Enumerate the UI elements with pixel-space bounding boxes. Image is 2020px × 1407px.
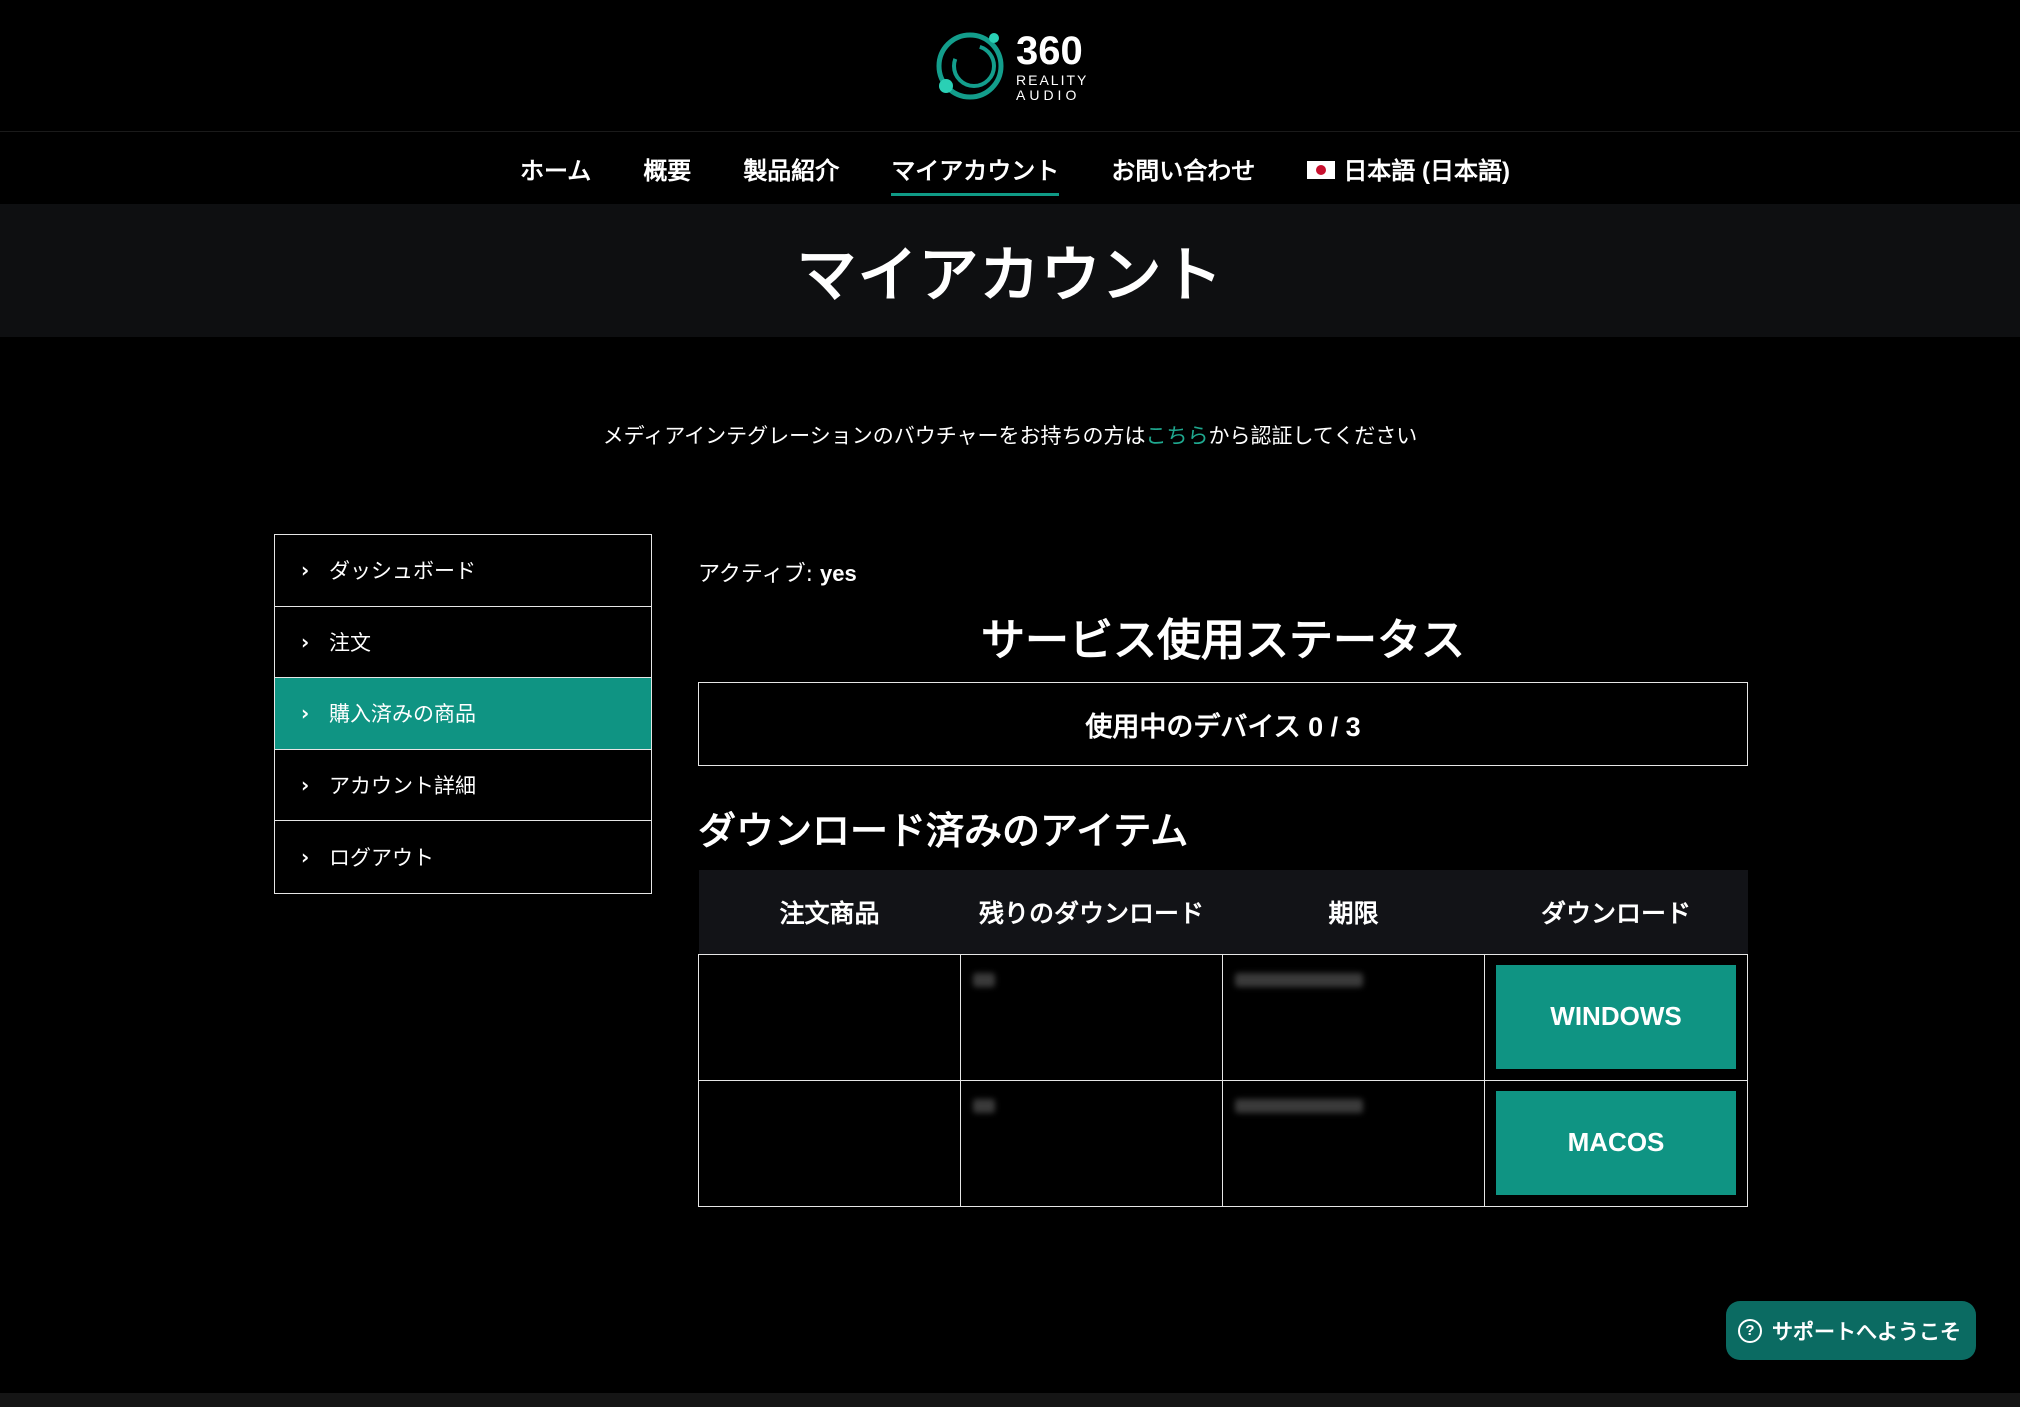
active-label: アクティブ: xyxy=(698,562,820,587)
voucher-notice: メディアインテグレーションのバウチャーをお持ちの方はこちらから認証してください xyxy=(0,420,2020,450)
chevron-right-icon: › xyxy=(301,629,310,654)
nav-home[interactable]: ホーム xyxy=(494,151,617,186)
remaining-cell xyxy=(960,953,1223,1081)
logo[interactable]: 360 REALITY AUDIO xyxy=(930,26,1092,106)
page-title: マイアカウント xyxy=(796,242,1224,309)
help-icon: ? xyxy=(1738,1318,1762,1343)
chevron-right-icon: › xyxy=(301,701,310,726)
nav-products[interactable]: 製品紹介 xyxy=(717,151,865,186)
title-band: マイアカウント xyxy=(0,204,2020,337)
column-header-product: 注文商品 xyxy=(698,870,961,954)
redacted-value xyxy=(973,972,995,987)
notice-text-before: メディアインテグレーションのバウチャーをお持ちの方は xyxy=(602,424,1146,448)
chevron-right-icon: › xyxy=(301,772,310,797)
sidebar-item-orders[interactable]: › 注文 xyxy=(275,607,651,678)
footer-strip xyxy=(0,1393,2020,1407)
product-cell xyxy=(698,953,961,1081)
windows-download-button[interactable]: WINDOWS xyxy=(1496,964,1736,1069)
sidebar-item-label: 注文 xyxy=(329,630,371,655)
device-usage: 使用中のデバイス 0 / 3 xyxy=(698,682,1748,766)
notice-text-after: から認証してください xyxy=(1208,424,1418,448)
remaining-cell xyxy=(960,1079,1223,1207)
support-label: サポートへようこそ xyxy=(1772,1320,1961,1344)
column-header-expires: 期限 xyxy=(1222,870,1485,954)
nav-contact[interactable]: お問い合わせ xyxy=(1085,151,1281,186)
sidebar-item-account-details[interactable]: › アカウント詳細 xyxy=(275,750,651,821)
chevron-right-icon: › xyxy=(301,558,310,583)
sidebar-item-label: ログアウト xyxy=(329,845,434,870)
nav-my-account[interactable]: マイアカウント xyxy=(865,151,1085,196)
nav-overview[interactable]: 概要 xyxy=(617,151,717,186)
expires-cell xyxy=(1222,1079,1485,1207)
expires-cell xyxy=(1222,953,1485,1081)
service-status-title: サービス使用ステータス xyxy=(981,616,1465,665)
chevron-right-icon: › xyxy=(301,844,310,869)
download-cell: WINDOWS xyxy=(1484,953,1748,1081)
logo-line2: AUDIO xyxy=(1016,86,1081,103)
account-sidebar: › ダッシュボード › 注文 › 購入済みの商品 › アカウント詳細 › ログアウト xyxy=(274,534,652,894)
logo-number: 360 xyxy=(1016,28,1083,73)
downloads-table: 注文商品 残りのダウンロード 期限 ダウンロード WINDOWS MACOS xyxy=(698,870,1748,1207)
sidebar-item-label: ダッシュボード xyxy=(329,559,476,584)
redacted-value xyxy=(1235,1098,1363,1113)
main-nav: ホーム 概要 製品紹介 マイアカウント お問い合わせ 日本語 (日本語) xyxy=(0,133,2020,203)
downloads-title: ダウンロード済みのアイテム xyxy=(698,811,1189,853)
product-cell xyxy=(698,1079,961,1207)
redacted-value xyxy=(1235,972,1363,987)
table-row: WINDOWS xyxy=(698,953,1748,1081)
download-cell: MACOS xyxy=(1484,1079,1748,1207)
sidebar-item-purchased[interactable]: › 購入済みの商品 xyxy=(275,678,651,750)
sidebar-item-dashboard[interactable]: › ダッシュボード xyxy=(275,535,651,607)
language-label: 日本語 (日本語) xyxy=(1343,157,1510,185)
active-status: アクティブ: yes xyxy=(698,556,857,588)
site-header: 360 REALITY AUDIO xyxy=(0,0,2020,132)
voucher-link[interactable]: こちら xyxy=(1146,424,1209,448)
sidebar-item-label: 購入済みの商品 xyxy=(329,702,476,727)
logo-line1: REALITY xyxy=(1016,71,1089,88)
japan-flag-icon xyxy=(1307,161,1336,180)
macos-download-button[interactable]: MACOS xyxy=(1496,1090,1736,1195)
logo-icon xyxy=(936,32,1004,100)
language-selector[interactable]: 日本語 (日本語) xyxy=(1281,151,1536,186)
active-value: yes xyxy=(820,561,857,586)
redacted-value xyxy=(973,1098,995,1113)
support-widget-button[interactable]: ? サポートへようこそ xyxy=(1726,1301,1976,1360)
sidebar-item-logout[interactable]: › ログアウト xyxy=(275,821,651,893)
column-header-remaining: 残りのダウンロード xyxy=(960,870,1223,954)
sidebar-item-label: アカウント詳細 xyxy=(329,773,476,798)
table-row: MACOS xyxy=(698,1079,1748,1207)
column-header-download: ダウンロード xyxy=(1484,870,1748,954)
